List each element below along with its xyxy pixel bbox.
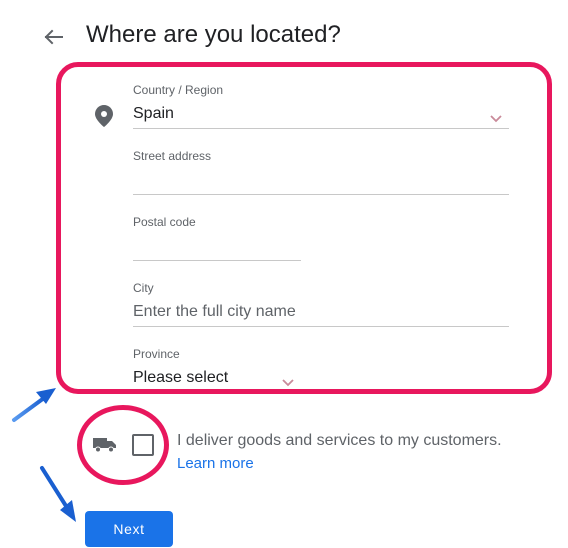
next-button[interactable]: Next: [85, 511, 173, 547]
learn-more-link[interactable]: Learn more: [177, 455, 254, 472]
highlight-circle-annotation: [77, 405, 169, 485]
deliver-checkbox[interactable]: [132, 434, 154, 456]
deliver-checkbox-label: I deliver goods and services to my custo…: [177, 432, 502, 449]
truck-icon: [93, 435, 117, 453]
